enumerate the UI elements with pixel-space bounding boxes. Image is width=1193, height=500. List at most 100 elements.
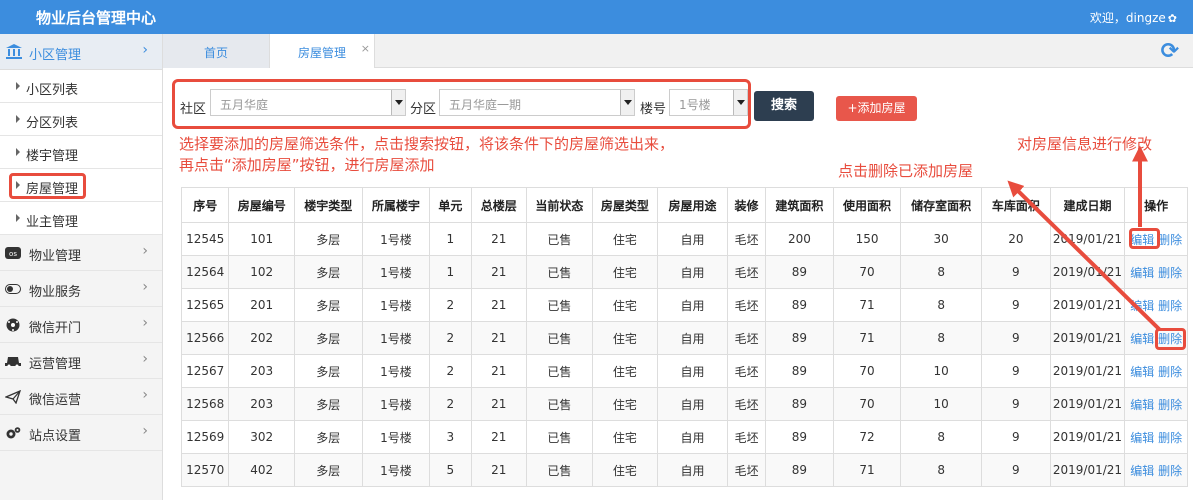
sidebar-subitem-house[interactable]: 房屋管理 xyxy=(0,169,162,202)
table-cell: 1号楼 xyxy=(361,420,431,454)
column-header: 房屋编号 xyxy=(228,187,295,223)
table-cell: 1号楼 xyxy=(361,222,431,256)
paper-plane-icon xyxy=(5,390,21,404)
actions-cell: 编辑 删除 xyxy=(1124,288,1188,322)
table-cell: 毛坯 xyxy=(726,222,767,256)
gear-icon[interactable]: ✿ xyxy=(1168,12,1177,25)
table-cell: 自用 xyxy=(657,288,728,322)
table-cell: 71 xyxy=(832,321,902,355)
table-cell: 3 xyxy=(429,420,472,454)
caret-right-icon xyxy=(16,181,20,189)
table-cell: 203 xyxy=(228,387,295,421)
soccer-ball-icon xyxy=(6,318,20,332)
table-cell: 21 xyxy=(470,288,528,322)
actions-cell: 编辑 删除 xyxy=(1124,255,1188,289)
user-menu[interactable]: 欢迎，dingze ✿ xyxy=(1090,9,1177,26)
table-cell: 自用 xyxy=(657,255,728,289)
house-table: 序号 房屋编号 楼宇类型 所属楼宇 单元 总楼层 当前状态 房屋类型 房屋用途 装修 建筑面积 使用面… xyxy=(180,187,1188,487)
table-row: 12564 102 多层 1号楼 1 21 已售 住宅 自用 毛坯 89 70 8 9 2019/01/21… xyxy=(180,255,1188,289)
sidebar-subitem-owner[interactable]: 业主管理 xyxy=(0,202,162,235)
delete-link[interactable]: 删除 xyxy=(1158,266,1182,280)
table-cell: 8 xyxy=(900,321,983,355)
table-cell: 70 xyxy=(832,354,902,388)
table-cell: 已售 xyxy=(526,222,593,256)
actions-cell: 编辑 删除 xyxy=(1124,354,1188,388)
table-cell: 2 xyxy=(429,288,472,322)
delete-link[interactable]: 删除 xyxy=(1158,299,1182,313)
edit-link[interactable]: 编辑 xyxy=(1130,266,1154,280)
sidebar-item-property[interactable]: os 物业管理 › xyxy=(0,235,162,271)
table-cell: 9 xyxy=(981,354,1051,388)
tab-label: 房屋管理 xyxy=(297,46,346,60)
column-header: 使用面积 xyxy=(832,187,902,223)
district-label: 分区 xyxy=(410,102,437,117)
sidebar-item-label: 站点设置 xyxy=(29,429,82,444)
refresh-icon[interactable]: ⟳ xyxy=(1161,39,1179,64)
table-cell: 2019/01/21 xyxy=(1049,288,1126,322)
edit-link[interactable]: 编辑 xyxy=(1130,431,1154,445)
delete-link[interactable]: 删除 xyxy=(1158,233,1182,247)
close-icon[interactable]: × xyxy=(361,30,370,68)
column-header: 建成日期 xyxy=(1049,187,1126,223)
search-button[interactable]: 搜索 xyxy=(754,91,814,121)
table-cell: 2019/01/21 xyxy=(1049,453,1126,487)
edit-highlight-box xyxy=(1129,228,1160,249)
delete-highlight-box xyxy=(1155,328,1186,350)
chevron-right-icon: › xyxy=(142,351,148,367)
table-cell: 毛坯 xyxy=(726,453,767,487)
table-cell: 5 xyxy=(429,453,472,487)
delete-link[interactable]: 删除 xyxy=(1158,365,1182,379)
table-cell: 已售 xyxy=(526,387,593,421)
edit-link[interactable]: 编辑 xyxy=(1130,299,1154,313)
column-header: 楼宇类型 xyxy=(294,187,363,223)
table-cell: 72 xyxy=(832,420,902,454)
table-cell: 21 xyxy=(470,354,528,388)
sidebar-item-wechat-ops[interactable]: 微信运营 › xyxy=(0,379,162,415)
sidebar-item-service[interactable]: 物业服务 › xyxy=(0,271,162,307)
district-select[interactable]: 五月华庭一期 xyxy=(439,89,635,116)
sidebar-subitem-district-list[interactable]: 分区列表 xyxy=(0,103,162,136)
sidebar-item-operation[interactable]: 运营管理 › xyxy=(0,343,162,379)
table-cell: 住宅 xyxy=(591,288,659,322)
sidebar-item-community[interactable]: 小区管理 › xyxy=(0,34,162,70)
table-cell: 住宅 xyxy=(591,420,659,454)
delete-link[interactable]: 删除 xyxy=(1158,431,1182,445)
table-cell: 12545 xyxy=(180,222,230,256)
table-cell: 住宅 xyxy=(591,255,659,289)
delete-link[interactable]: 删除 xyxy=(1158,464,1182,478)
caret-right-icon xyxy=(16,214,20,222)
chevron-right-icon: › xyxy=(142,279,148,295)
table-cell: 89 xyxy=(765,321,834,355)
sidebar-subitem-community-list[interactable]: 小区列表 xyxy=(0,70,162,103)
table-cell: 已售 xyxy=(526,420,593,454)
table-cell: 89 xyxy=(765,387,834,421)
table-cell: 8 xyxy=(900,255,983,289)
tab-house-management[interactable]: 房屋管理 × xyxy=(269,34,375,68)
caret-right-icon xyxy=(16,115,20,123)
svg-text:os: os xyxy=(9,250,17,258)
building-select[interactable]: 1号楼 xyxy=(669,89,748,116)
table-cell: 20 xyxy=(981,222,1051,256)
sidebar-item-wechat-door[interactable]: 微信开门 › xyxy=(0,307,162,343)
tab-home[interactable]: 首页 xyxy=(163,34,269,68)
community-select[interactable]: 五月华庭 xyxy=(210,89,406,116)
table-cell: 30 xyxy=(900,222,983,256)
add-house-button[interactable]: +添加房屋 xyxy=(836,96,917,121)
edit-link[interactable]: 编辑 xyxy=(1130,464,1154,478)
table-cell: 已售 xyxy=(526,288,593,322)
sidebar-item-site-settings[interactable]: 站点设置 › xyxy=(0,415,162,451)
table-cell: 8 xyxy=(900,288,983,322)
edit-link[interactable]: 编辑 xyxy=(1130,365,1154,379)
edit-link[interactable]: 编辑 xyxy=(1130,398,1154,412)
table-cell: 302 xyxy=(228,420,295,454)
table-cell: 70 xyxy=(832,255,902,289)
delete-link[interactable]: 删除 xyxy=(1158,398,1182,412)
table-cell: 已售 xyxy=(526,255,593,289)
edit-link[interactable]: 编辑 xyxy=(1130,332,1154,346)
select-value: 1号楼 xyxy=(679,98,711,112)
table-cell: 21 xyxy=(470,387,528,421)
sidebar-subitem-building[interactable]: 楼宇管理 xyxy=(0,136,162,169)
table-cell: 12566 xyxy=(180,321,230,355)
table-cell: 1号楼 xyxy=(361,354,431,388)
sidebar-item-label: 物业服务 xyxy=(29,285,82,300)
